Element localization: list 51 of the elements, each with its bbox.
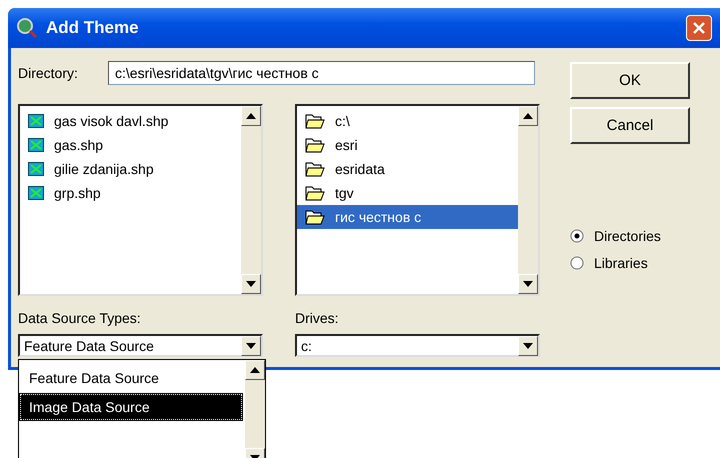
file-item[interactable]: grp.shp (20, 181, 241, 205)
dropdown-button[interactable] (518, 336, 538, 356)
scroll-up-button[interactable] (245, 360, 265, 380)
folder-item[interactable]: esri (297, 133, 518, 157)
directory-field[interactable]: c:\esri\esridata\tgv\гис честнов с (108, 61, 535, 85)
scroll-up-button[interactable] (241, 106, 261, 126)
data-source-types-combo[interactable]: Feature Data Source (18, 334, 263, 357)
radio-label: Directories (594, 228, 661, 244)
scroll-up-icon (246, 113, 256, 119)
data-source-types-label: Data Source Types: (18, 310, 142, 328)
drives-label: Drives: (295, 310, 340, 328)
shapefile-icon (28, 162, 44, 176)
shapefile-icon (28, 138, 44, 152)
close-icon (692, 21, 706, 35)
folder-item[interactable]: tgv (297, 181, 518, 205)
folder-icon (305, 209, 325, 225)
dropdown-option[interactable]: Image Data Source (19, 393, 243, 421)
window-title: Add Theme (46, 18, 139, 38)
folder-item[interactable]: esridata (297, 157, 518, 181)
scrollbar[interactable] (245, 360, 265, 458)
radio-button[interactable] (570, 256, 584, 270)
shapefile-icon (28, 186, 44, 200)
drives-combo[interactable]: c: (295, 334, 540, 357)
file-item[interactable]: gas.shp (20, 133, 241, 157)
scroll-down-button[interactable] (518, 274, 538, 294)
scroll-down-icon (246, 342, 256, 348)
folder-icon (305, 113, 325, 129)
scroll-up-icon (523, 113, 533, 119)
file-item[interactable]: gilie zdanija.shp (20, 157, 241, 181)
folder-icon (305, 161, 325, 177)
dropdown-button[interactable] (241, 336, 261, 356)
scroll-down-icon (246, 281, 256, 287)
folder-icon (305, 185, 325, 201)
folder-item[interactable]: c:\ (297, 109, 518, 133)
ok-button[interactable]: OK (570, 62, 690, 99)
folder-item[interactable]: гис честнов с (297, 205, 518, 229)
scrollbar[interactable] (518, 106, 538, 294)
scroll-down-icon (523, 281, 533, 287)
scroll-up-button[interactable] (518, 106, 538, 126)
directory-label: Directory: (18, 65, 79, 81)
shapefile-icon (28, 114, 44, 128)
scrollbar[interactable] (241, 106, 261, 294)
radio-button[interactable] (570, 229, 584, 243)
cancel-button[interactable]: Cancel (570, 107, 690, 144)
scroll-down-icon (523, 342, 533, 348)
close-button[interactable] (686, 15, 712, 41)
file-item[interactable]: gas visok davl.shp (20, 109, 241, 133)
globe-magnifier-icon (16, 17, 38, 39)
folder-icon (305, 137, 325, 153)
radio-label: Libraries (594, 255, 648, 271)
scroll-down-button[interactable] (241, 274, 261, 294)
